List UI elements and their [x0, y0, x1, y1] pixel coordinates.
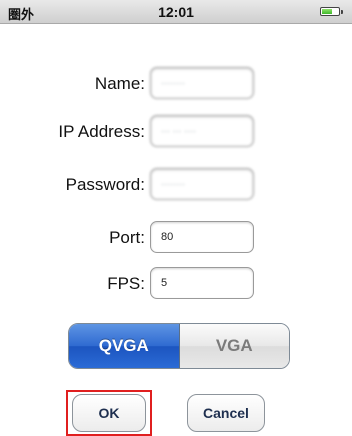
name-row: Name:: [0, 67, 352, 101]
segment-qvga[interactable]: QVGA: [69, 324, 180, 368]
ip-address-row: IP Address:: [0, 115, 352, 149]
password-field[interactable]: [150, 168, 254, 200]
password-label: Password:: [65, 175, 145, 194]
status-bar: 圏外 12:01: [0, 0, 352, 24]
fps-field[interactable]: [150, 267, 254, 299]
resolution-segmented-control: QVGA VGA: [68, 323, 290, 369]
name-field[interactable]: [150, 67, 254, 99]
port-field[interactable]: [150, 221, 254, 253]
name-label: Name:: [94, 74, 145, 93]
port-row: Port:: [0, 221, 352, 255]
ip-address-field[interactable]: [150, 115, 254, 147]
segment-vga[interactable]: VGA: [179, 324, 289, 368]
battery-icon: [320, 7, 343, 16]
battery-fill: [322, 9, 332, 14]
ok-button[interactable]: OK: [72, 394, 146, 432]
fps-row: FPS:: [0, 267, 352, 301]
ip-address-label: IP Address:: [58, 122, 145, 141]
status-time: 12:01: [158, 4, 194, 20]
port-label: Port:: [109, 228, 145, 247]
camera-settings-screen: 圏外 12:01 Name: IP Address: Password: Por…: [0, 0, 352, 436]
password-row: Password:: [0, 168, 352, 202]
cancel-button[interactable]: Cancel: [187, 394, 265, 432]
fps-label: FPS:: [107, 274, 145, 293]
